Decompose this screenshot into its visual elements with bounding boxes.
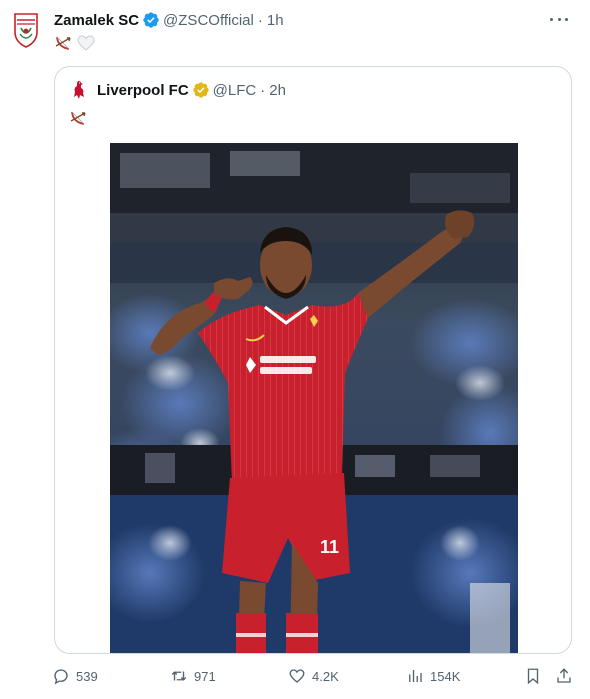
liverbird-crest-icon[interactable] <box>69 79 89 101</box>
bow-arrow-emoji <box>55 36 71 50</box>
white-heart-emoji <box>77 35 95 51</box>
tweet-text <box>54 33 96 53</box>
quoted-tweet[interactable]: Liverpool FC @LFC · 2h 11 <box>54 66 572 654</box>
bookmark-button[interactable] <box>524 664 542 688</box>
reply-icon <box>54 669 68 685</box>
author-name[interactable]: Zamalek SC <box>54 12 139 29</box>
tweet-photo[interactable]: 11 <box>110 143 518 654</box>
gold-verified-badge-icon <box>192 82 209 98</box>
views-button[interactable]: 154K <box>406 664 460 688</box>
quoted-tweet-header: Liverpool FC @LFC · 2h <box>69 79 286 101</box>
heart-icon <box>289 669 305 683</box>
share-icon <box>557 668 571 683</box>
tweet-time[interactable]: 1h <box>267 12 284 29</box>
repost-count: 971 <box>194 668 216 684</box>
quoted-tweet-text <box>69 107 89 129</box>
zamalek-crest-icon[interactable] <box>12 12 40 48</box>
reply-button[interactable]: 539 <box>52 664 98 688</box>
view-count: 154K <box>430 668 461 684</box>
repost-button[interactable]: 971 <box>170 664 216 688</box>
like-button[interactable]: 4.2K <box>288 664 339 688</box>
reply-count: 539 <box>76 668 98 684</box>
quoted-separator-dot: · <box>260 81 266 99</box>
share-button[interactable] <box>555 664 573 688</box>
like-count: 4.2K <box>312 668 339 684</box>
tweet-header: Zamalek SC @ZSCOfficial · 1h <box>54 10 284 30</box>
views-icon <box>409 670 422 682</box>
separator-dot: · <box>257 11 263 29</box>
tweet-actions: 539 971 4.2K 154K <box>52 664 577 688</box>
quoted-tweet-time[interactable]: 2h <box>269 82 286 99</box>
quoted-author-handle[interactable]: @LFC <box>213 82 257 99</box>
tweet: Zamalek SC @ZSCOfficial · 1h Liverpool F… <box>0 0 590 699</box>
shirt-number: 11 <box>320 537 339 557</box>
author-handle[interactable]: @ZSCOfficial <box>163 12 254 29</box>
bow-arrow-emoji <box>70 111 86 125</box>
bookmark-icon <box>527 668 539 685</box>
repost-icon <box>171 671 187 681</box>
more-options-icon[interactable] <box>550 14 568 24</box>
quoted-author-name[interactable]: Liverpool FC <box>97 82 189 99</box>
verified-badge-icon <box>143 12 159 28</box>
